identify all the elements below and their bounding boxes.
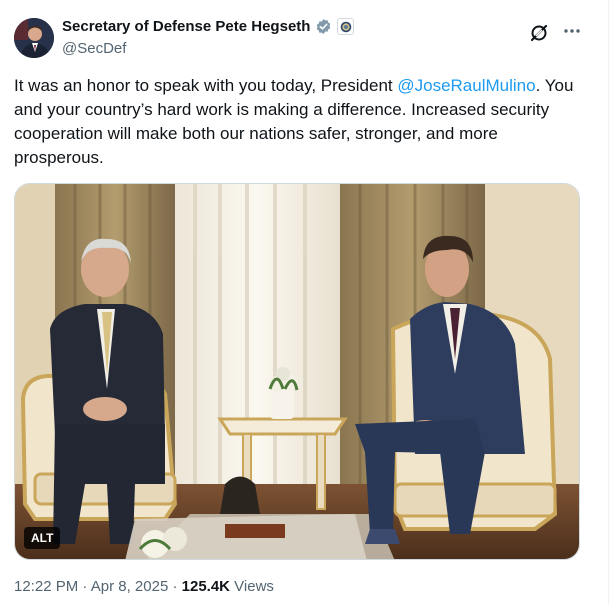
author-handle[interactable]: @SecDef: [62, 40, 126, 57]
meta-separator: ·: [78, 578, 91, 595]
avatar[interactable]: [14, 18, 54, 58]
views-label: Views: [230, 578, 274, 595]
government-affiliation-icon[interactable]: [337, 18, 355, 35]
verified-badge-icon[interactable]: [315, 18, 332, 35]
grok-icon[interactable]: [528, 22, 550, 44]
alt-text-badge[interactable]: ALT: [24, 527, 61, 549]
more-options-icon[interactable]: [560, 20, 584, 42]
author-name-row: Secretary of Defense Pete Hegseth: [62, 18, 355, 35]
views-count[interactable]: 125.4K: [182, 578, 230, 595]
mention-link[interactable]: @JoseRaulMulino: [397, 76, 535, 95]
tweet-photo[interactable]: [14, 183, 580, 560]
tweet-date[interactable]: Apr 8, 2025: [91, 578, 169, 595]
tweet-text-part: It was an honor to speak with you today,…: [14, 76, 398, 95]
tweet-time[interactable]: 12:22 PM: [14, 578, 78, 595]
meta-separator: ·: [168, 578, 182, 595]
author-name[interactable]: Secretary of Defense Pete Hegseth: [62, 18, 310, 35]
tweet-card: Secretary of Defense Pete Hegseth @SecDe…: [0, 0, 609, 605]
tweet-meta: 12:22 PM · Apr 8, 2025 · 125.4K Views: [14, 578, 274, 595]
tweet-text: It was an honor to speak with you today,…: [14, 74, 574, 170]
